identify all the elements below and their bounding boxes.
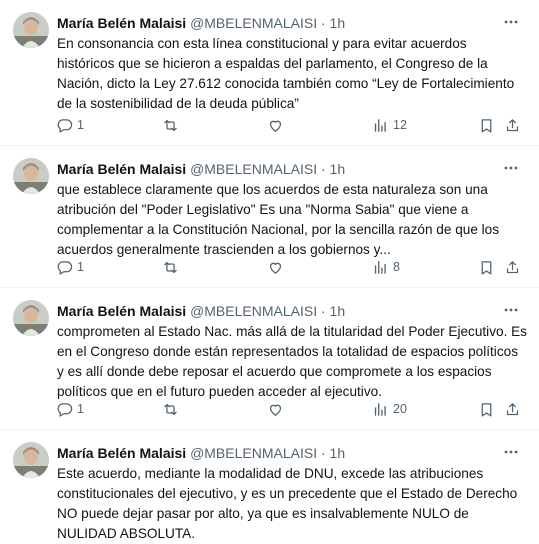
- separator-dot: ·: [320, 445, 326, 461]
- like-icon: [269, 120, 282, 132]
- share-icon: [506, 260, 519, 273]
- retweet-icon: [164, 403, 177, 415]
- views-icon: [374, 260, 386, 274]
- share-icon: [506, 118, 519, 131]
- separator-dot: ·: [320, 161, 326, 177]
- tweet[interactable]: María Belén Malaisi @MBELENMALAISI · 1h …: [0, 0, 539, 146]
- like-button[interactable]: [267, 115, 288, 135]
- like-icon: [269, 262, 282, 274]
- reply-button[interactable]: 1: [56, 115, 84, 135]
- bookmark-icon: [481, 260, 492, 275]
- views-icon: [374, 402, 386, 416]
- like-button[interactable]: [267, 257, 288, 277]
- views-icon: [374, 118, 386, 132]
- more-icon[interactable]: [501, 12, 521, 32]
- tweet-text: Este acuerdo, mediante la modalidad de D…: [57, 466, 518, 541]
- retweet-button[interactable]: [162, 115, 183, 135]
- share-button[interactable]: [504, 399, 521, 419]
- view-count: 20: [393, 402, 407, 416]
- tweet-text: En consonancia con esta línea constituci…: [57, 36, 515, 111]
- reply-count: 1: [77, 118, 84, 132]
- action-bar: 1 20: [56, 399, 526, 419]
- reply-icon: [57, 260, 73, 275]
- more-icon[interactable]: [501, 158, 521, 178]
- reply-button[interactable]: 1: [56, 257, 84, 277]
- reply-count: 1: [77, 260, 84, 274]
- views-button[interactable]: 8: [372, 257, 400, 277]
- share-button[interactable]: [504, 115, 521, 135]
- separator-dot: ·: [320, 303, 326, 319]
- views-button[interactable]: 12: [372, 115, 407, 135]
- views-button[interactable]: 20: [372, 399, 407, 419]
- tweet[interactable]: María Belén Malaisi @MBELENMALAISI · 1h …: [0, 288, 539, 430]
- retweet-button[interactable]: [162, 257, 183, 277]
- like-icon: [269, 404, 282, 416]
- tweet-header: María Belén Malaisi @MBELENMALAISI · 1h: [57, 302, 499, 320]
- action-bar: 1 8: [56, 257, 526, 277]
- view-count: 12: [393, 118, 407, 132]
- reply-icon: [57, 118, 73, 133]
- avatar[interactable]: [13, 158, 49, 194]
- author-name[interactable]: María Belén Malaisi: [57, 161, 186, 177]
- author-name[interactable]: María Belén Malaisi: [57, 303, 186, 319]
- tweet-header: María Belén Malaisi @MBELENMALAISI · 1h: [57, 160, 499, 178]
- avatar[interactable]: [13, 300, 49, 336]
- timestamp[interactable]: 1h: [330, 15, 346, 31]
- retweet-icon: [164, 119, 177, 131]
- bookmark-icon: [481, 118, 492, 133]
- like-button[interactable]: [267, 399, 288, 419]
- avatar[interactable]: [13, 442, 49, 478]
- bookmark-button[interactable]: [478, 257, 495, 277]
- retweet-button[interactable]: [162, 399, 183, 419]
- author-handle[interactable]: @MBELENMALAISI: [190, 445, 317, 461]
- retweet-icon: [164, 261, 177, 273]
- timestamp[interactable]: 1h: [330, 161, 346, 177]
- tweet[interactable]: María Belén Malaisi @MBELENMALAISI · 1h …: [0, 430, 539, 544]
- tweet[interactable]: María Belén Malaisi @MBELENMALAISI · 1h …: [0, 146, 539, 288]
- more-icon[interactable]: [501, 442, 521, 462]
- bookmark-icon: [481, 402, 492, 417]
- reply-icon: [57, 402, 73, 417]
- separator-dot: ·: [320, 15, 326, 31]
- timestamp[interactable]: 1h: [330, 445, 346, 461]
- bookmark-button[interactable]: [478, 399, 495, 419]
- tweet-text: que establece claramente que los acuerdo…: [57, 182, 500, 257]
- reply-button[interactable]: 1: [56, 399, 84, 419]
- tweet-header: María Belén Malaisi @MBELENMALAISI · 1h: [57, 14, 499, 32]
- share-icon: [506, 402, 519, 415]
- avatar[interactable]: [13, 12, 49, 48]
- action-bar: 1 12: [56, 115, 526, 135]
- author-name[interactable]: María Belén Malaisi: [57, 15, 186, 31]
- reply-count: 1: [77, 402, 84, 416]
- tweet-text: comprometen al Estado Nac. más allá de l…: [57, 324, 527, 399]
- more-icon[interactable]: [501, 300, 521, 320]
- share-button[interactable]: [504, 257, 521, 277]
- author-handle[interactable]: @MBELENMALAISI: [190, 303, 317, 319]
- author-handle[interactable]: @MBELENMALAISI: [190, 161, 317, 177]
- author-name[interactable]: María Belén Malaisi: [57, 445, 186, 461]
- view-count: 8: [393, 260, 400, 274]
- timestamp[interactable]: 1h: [330, 303, 346, 319]
- author-handle[interactable]: @MBELENMALAISI: [190, 15, 317, 31]
- tweet-header: María Belén Malaisi @MBELENMALAISI · 1h: [57, 444, 499, 462]
- bookmark-button[interactable]: [478, 115, 495, 135]
